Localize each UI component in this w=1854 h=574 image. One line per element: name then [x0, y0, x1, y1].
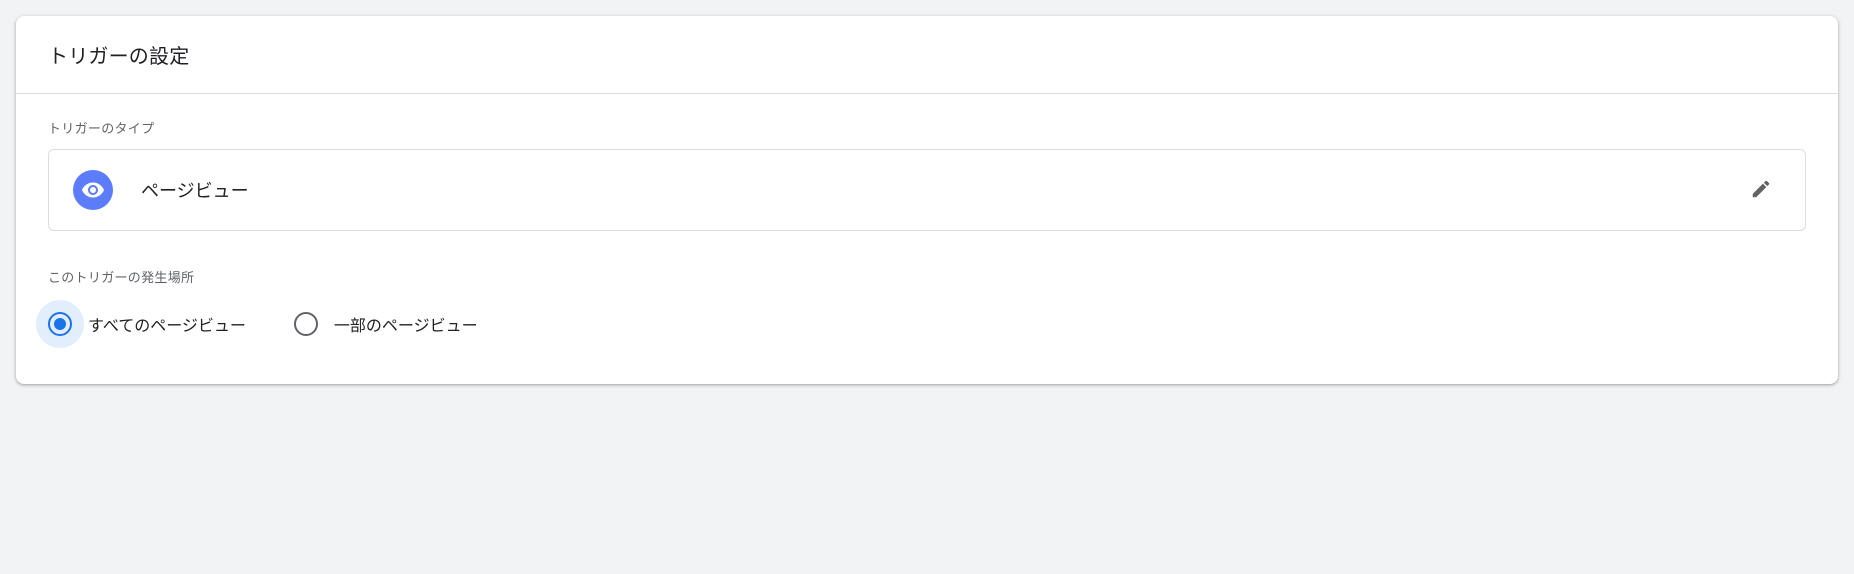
radio-label: 一部のページビュー	[334, 312, 478, 336]
trigger-type-value: ページビュー	[141, 177, 1741, 203]
pageview-icon	[73, 170, 113, 210]
radio-icon	[48, 312, 72, 336]
radio-label: すべてのページビュー	[88, 312, 246, 336]
firing-label: このトリガーの発生場所	[48, 267, 1806, 286]
radio-all-pageviews[interactable]: すべてのページビュー	[48, 300, 246, 348]
trigger-type-selector[interactable]: ページビュー	[48, 149, 1806, 231]
radio-icon	[294, 312, 318, 336]
trigger-type-label: トリガーのタイプ	[48, 118, 1806, 137]
firing-radio-group: すべてのページビュー 一部のページビュー	[48, 300, 1806, 348]
pencil-icon	[1750, 178, 1772, 203]
radio-some-pageviews[interactable]: 一部のページビュー	[294, 300, 478, 348]
card-title: トリガーの設定	[48, 40, 1806, 69]
edit-trigger-type-button[interactable]	[1741, 170, 1781, 210]
card-header: トリガーの設定	[16, 16, 1838, 94]
card-body: トリガーのタイプ ページビュー このトリガーの発生場所 すべてのページビュー	[16, 94, 1838, 384]
trigger-config-card: トリガーの設定 トリガーのタイプ ページビュー このトリガーの発生場所	[16, 16, 1838, 384]
